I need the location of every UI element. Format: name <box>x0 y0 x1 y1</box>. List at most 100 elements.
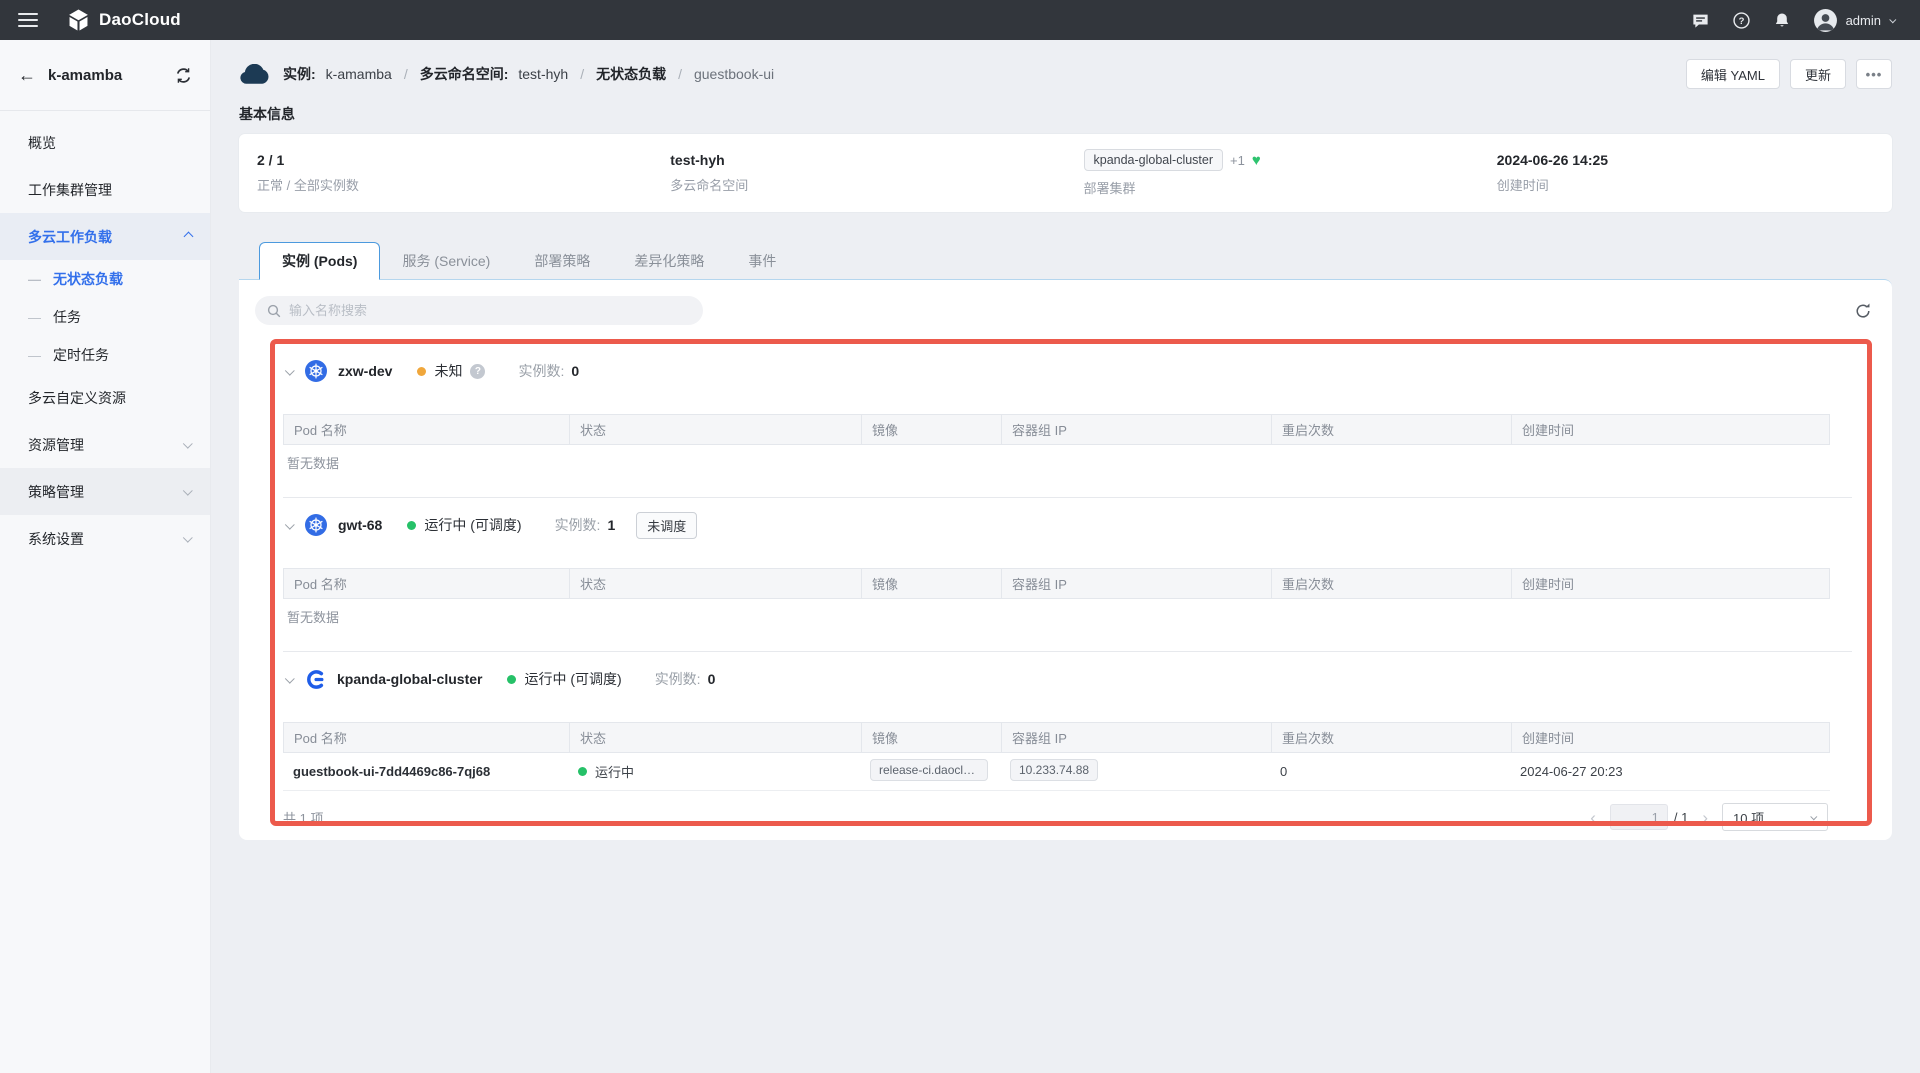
pods-table: Pod 名称 状态 镜像 容器组 IP 重启次数 创建时间 暂无数据 <box>283 568 1830 633</box>
tab-events[interactable]: 事件 <box>726 242 798 280</box>
sidebar-header: ← k-amamba <box>0 40 210 111</box>
user-menu[interactable]: admin <box>1813 8 1896 33</box>
table-header-row: Pod 名称 状态 镜像 容器组 IP 重启次数 创建时间 <box>283 568 1830 599</box>
brand-logo[interactable]: DaoCloud <box>66 8 181 33</box>
chevron-down-icon <box>1889 16 1896 23</box>
collapse-chevron-icon[interactable] <box>285 519 295 529</box>
cluster-extra-count[interactable]: +1 <box>1230 153 1245 168</box>
sidebar-item-system-settings[interactable]: 系统设置 <box>0 515 210 562</box>
created-time: 2024-06-27 20:23 <box>1510 764 1830 779</box>
chevron-down-icon <box>183 533 193 543</box>
table-header-row: Pod 名称 状态 镜像 容器组 IP 重启次数 创建时间 <box>283 722 1830 753</box>
cluster-section-zxw-dev: zxw-dev 未知 ? 实例数: 0 Pod 名称 状态 <box>283 343 1852 497</box>
table-header-row: Pod 名称 状态 镜像 容器组 IP 重启次数 创建时间 <box>283 414 1830 445</box>
cluster-section-kpanda-global: kpanda-global-cluster 运行中 (可调度) 实例数: 0 P… <box>283 651 1852 849</box>
breadcrumb-instance-label: 实例: <box>283 64 316 84</box>
sidebar-item-overview[interactable]: 概览 <box>0 119 210 166</box>
more-actions-button[interactable]: ••• <box>1856 59 1892 89</box>
basic-info-title: 基本信息 <box>239 104 1892 124</box>
breadcrumb-workload-name: guestbook-ui <box>694 66 774 82</box>
update-button[interactable]: 更新 <box>1790 59 1846 89</box>
cluster-header[interactable]: zxw-dev 未知 ? 实例数: 0 <box>283 344 1852 398</box>
tab-service[interactable]: 服务 (Service) <box>380 242 512 280</box>
dash-icon: — <box>28 272 41 287</box>
info-field-created: 2024-06-26 14:25 创建时间 <box>1479 152 1892 194</box>
breadcrumb: 实例: k-amamba / 多云命名空间: test-hyh / 无状态负载 … <box>239 64 774 85</box>
status-dot-running <box>507 675 516 684</box>
pod-name-link[interactable]: guestbook-ui-7dd4469c86-7qj68 <box>283 764 568 779</box>
sidebar-item-jobs[interactable]: —任务 <box>0 298 210 336</box>
notifications-bell-icon[interactable] <box>1773 11 1791 30</box>
image-tag[interactable]: release-ci.daoclou... <box>870 759 988 781</box>
page-number-input[interactable] <box>1610 804 1668 830</box>
next-page-icon[interactable]: › <box>1700 809 1710 826</box>
page-count: / 1 <box>1674 810 1688 825</box>
breadcrumb-instance[interactable]: k-amamba <box>326 66 392 82</box>
prev-page-icon[interactable]: ‹ <box>1588 809 1598 826</box>
cluster-status: 运行中 (可调度) <box>407 515 521 535</box>
chevron-down-icon <box>183 486 193 496</box>
kubernetes-icon <box>305 514 327 536</box>
collapse-chevron-icon[interactable] <box>285 673 295 683</box>
cloud-icon <box>239 64 269 85</box>
refresh-icon[interactable] <box>1850 298 1876 324</box>
sidebar-item-stateless-workloads[interactable]: —无状态负载 <box>0 260 210 298</box>
username: admin <box>1846 13 1881 28</box>
sidebar-item-policy-management[interactable]: 策略管理 <box>0 468 210 515</box>
search-icon <box>267 304 281 318</box>
breadcrumb-namespace-label: 多云命名空间: <box>420 64 509 84</box>
restart-count: 0 <box>1270 764 1510 779</box>
tab-deploy-policy[interactable]: 部署策略 <box>512 242 612 280</box>
cluster-switch-icon[interactable] <box>175 67 192 84</box>
tab-pods[interactable]: 实例 (Pods) <box>259 242 380 280</box>
help-icon[interactable]: ? <box>1732 11 1751 30</box>
status-dot-running <box>578 767 587 776</box>
edit-yaml-button[interactable]: 编辑 YAML <box>1686 59 1780 89</box>
cluster-name: zxw-dev <box>338 363 392 379</box>
sidebar-cluster-name: k-amamba <box>48 67 122 84</box>
search-box[interactable] <box>255 296 703 325</box>
breadcrumb-workload-type[interactable]: 无状态负载 <box>596 64 666 84</box>
cluster-name: kpanda-global-cluster <box>337 671 482 687</box>
cluster-header[interactable]: gwt-68 运行中 (可调度) 实例数: 1 未调度 <box>283 498 1852 552</box>
sidebar-item-custom-resources[interactable]: 多云自定义资源 <box>0 374 210 421</box>
pods-table: Pod 名称 状态 镜像 容器组 IP 重启次数 创建时间 暂无数据 <box>283 414 1830 479</box>
sidebar-item-resource-management[interactable]: 资源管理 <box>0 421 210 468</box>
breadcrumb-namespace[interactable]: test-hyh <box>518 66 568 82</box>
status-dot-unknown <box>417 367 426 376</box>
collapse-chevron-icon[interactable] <box>285 365 295 375</box>
search-input[interactable] <box>289 303 691 318</box>
daocloud-cube-icon <box>66 8 91 33</box>
instance-count: 实例数: 1 <box>555 515 616 535</box>
info-field-clusters: kpanda-global-cluster +1 ♥ 部署集群 <box>1066 149 1479 197</box>
dce-cluster-icon <box>305 669 326 690</box>
pod-row: guestbook-ui-7dd4469c86-7qj68 运行中 releas… <box>283 753 1830 791</box>
tab-diff-policy[interactable]: 差异化策略 <box>612 242 726 280</box>
pod-ip-tag[interactable]: 10.233.74.88 <box>1010 759 1098 781</box>
svg-text:?: ? <box>1738 15 1744 26</box>
chevron-down-icon <box>183 439 193 449</box>
status-help-icon[interactable]: ? <box>470 364 485 379</box>
sidebar-item-work-clusters[interactable]: 工作集群管理 <box>0 166 210 213</box>
pagination-total: 共 1 项 <box>283 808 323 827</box>
page-size-select[interactable]: 10 项 <box>1722 803 1828 831</box>
cluster-status: 运行中 (可调度) <box>507 669 621 689</box>
cluster-header[interactable]: kpanda-global-cluster 运行中 (可调度) 实例数: 0 <box>283 652 1852 706</box>
pods-table: Pod 名称 状态 镜像 容器组 IP 重启次数 创建时间 guestbook-… <box>283 722 1830 831</box>
cluster-section-gwt-68: gwt-68 运行中 (可调度) 实例数: 1 未调度 Pod 名称 状态 <box>283 497 1852 651</box>
health-heart-icon: ♥ <box>1252 153 1261 168</box>
sidebar: ← k-amamba 概览 工作集群管理 多云工作负载 —无状态负载 —任务 —… <box>0 40 211 1073</box>
messages-icon[interactable] <box>1691 11 1710 30</box>
menu-toggle-icon[interactable] <box>18 13 38 27</box>
empty-placeholder: 暂无数据 <box>283 599 1830 633</box>
sidebar-item-cronjobs[interactable]: —定时任务 <box>0 336 210 374</box>
pods-panel: zxw-dev 未知 ? 实例数: 0 Pod 名称 状态 <box>239 279 1892 840</box>
avatar <box>1813 8 1838 33</box>
empty-placeholder: 暂无数据 <box>283 445 1830 479</box>
back-arrow-icon[interactable]: ← <box>18 66 36 84</box>
dash-icon: — <box>28 348 41 363</box>
cluster-status: 未知 ? <box>417 361 485 381</box>
sidebar-item-multicloud-workloads[interactable]: 多云工作负载 <box>0 213 210 260</box>
cluster-tag[interactable]: kpanda-global-cluster <box>1084 149 1224 171</box>
info-field-namespace: test-hyh 多云命名空间 <box>652 152 1065 194</box>
